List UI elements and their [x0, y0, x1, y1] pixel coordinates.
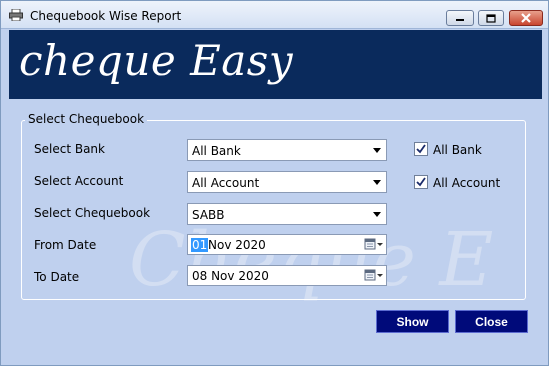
to-date-value: 08 Nov 2020 — [192, 269, 269, 283]
from-date-label: From Date — [34, 238, 97, 252]
close-window-button[interactable] — [509, 10, 543, 26]
maximize-icon — [486, 13, 496, 23]
show-button[interactable]: Show — [376, 310, 449, 333]
chequebook-label: Select Chequebook — [34, 206, 151, 220]
window-title: Chequebook Wise Report — [30, 9, 182, 23]
account-select-value: All Account — [192, 176, 260, 190]
all-bank-checkbox[interactable] — [414, 142, 428, 156]
report-window: Chequebook Wise Report cheque Easy Chequ… — [0, 0, 549, 366]
title-bar[interactable]: Chequebook Wise Report — [1, 1, 548, 29]
from-date-day-selected: 01 — [191, 238, 209, 252]
group-legend: Select Chequebook — [25, 112, 148, 126]
all-account-label: All Account — [433, 176, 501, 190]
maximize-button[interactable] — [478, 10, 504, 26]
checkmark-icon — [416, 144, 426, 154]
checkmark-icon — [416, 177, 426, 187]
to-date-picker[interactable]: 08 Nov 2020 — [187, 265, 387, 286]
chevron-down-icon — [373, 148, 381, 153]
chevron-down-icon — [373, 180, 381, 185]
chequebook-select-value: SABB — [192, 208, 225, 222]
close-button[interactable]: Close — [455, 310, 528, 333]
form-area: Cheque E Select Chequebook Select Bank A… — [9, 99, 542, 361]
bank-select-value: All Bank — [192, 144, 241, 158]
brand-banner: cheque Easy — [9, 30, 542, 99]
account-label: Select Account — [34, 174, 124, 188]
minimize-icon — [456, 19, 464, 21]
calendar-dropdown-icon[interactable] — [364, 238, 384, 251]
all-account-checkbox[interactable] — [414, 175, 428, 189]
from-date-month-year: Nov 2020 — [208, 238, 266, 252]
calendar-dropdown-icon[interactable] — [364, 269, 384, 282]
chevron-down-icon — [373, 212, 381, 217]
all-bank-label: All Bank — [433, 143, 482, 157]
from-date-picker[interactable]: 01 Nov 2020 — [187, 234, 387, 255]
minimize-button[interactable] — [446, 10, 474, 26]
printer-icon — [9, 8, 23, 22]
to-date-label: To Date — [34, 270, 80, 284]
account-select[interactable]: All Account — [187, 171, 387, 193]
bank-select[interactable]: All Bank — [187, 139, 387, 161]
chequebook-select[interactable]: SABB — [187, 203, 387, 225]
brand-logo: cheque Easy — [19, 36, 294, 85]
bank-label: Select Bank — [34, 142, 105, 156]
close-icon — [521, 13, 531, 23]
